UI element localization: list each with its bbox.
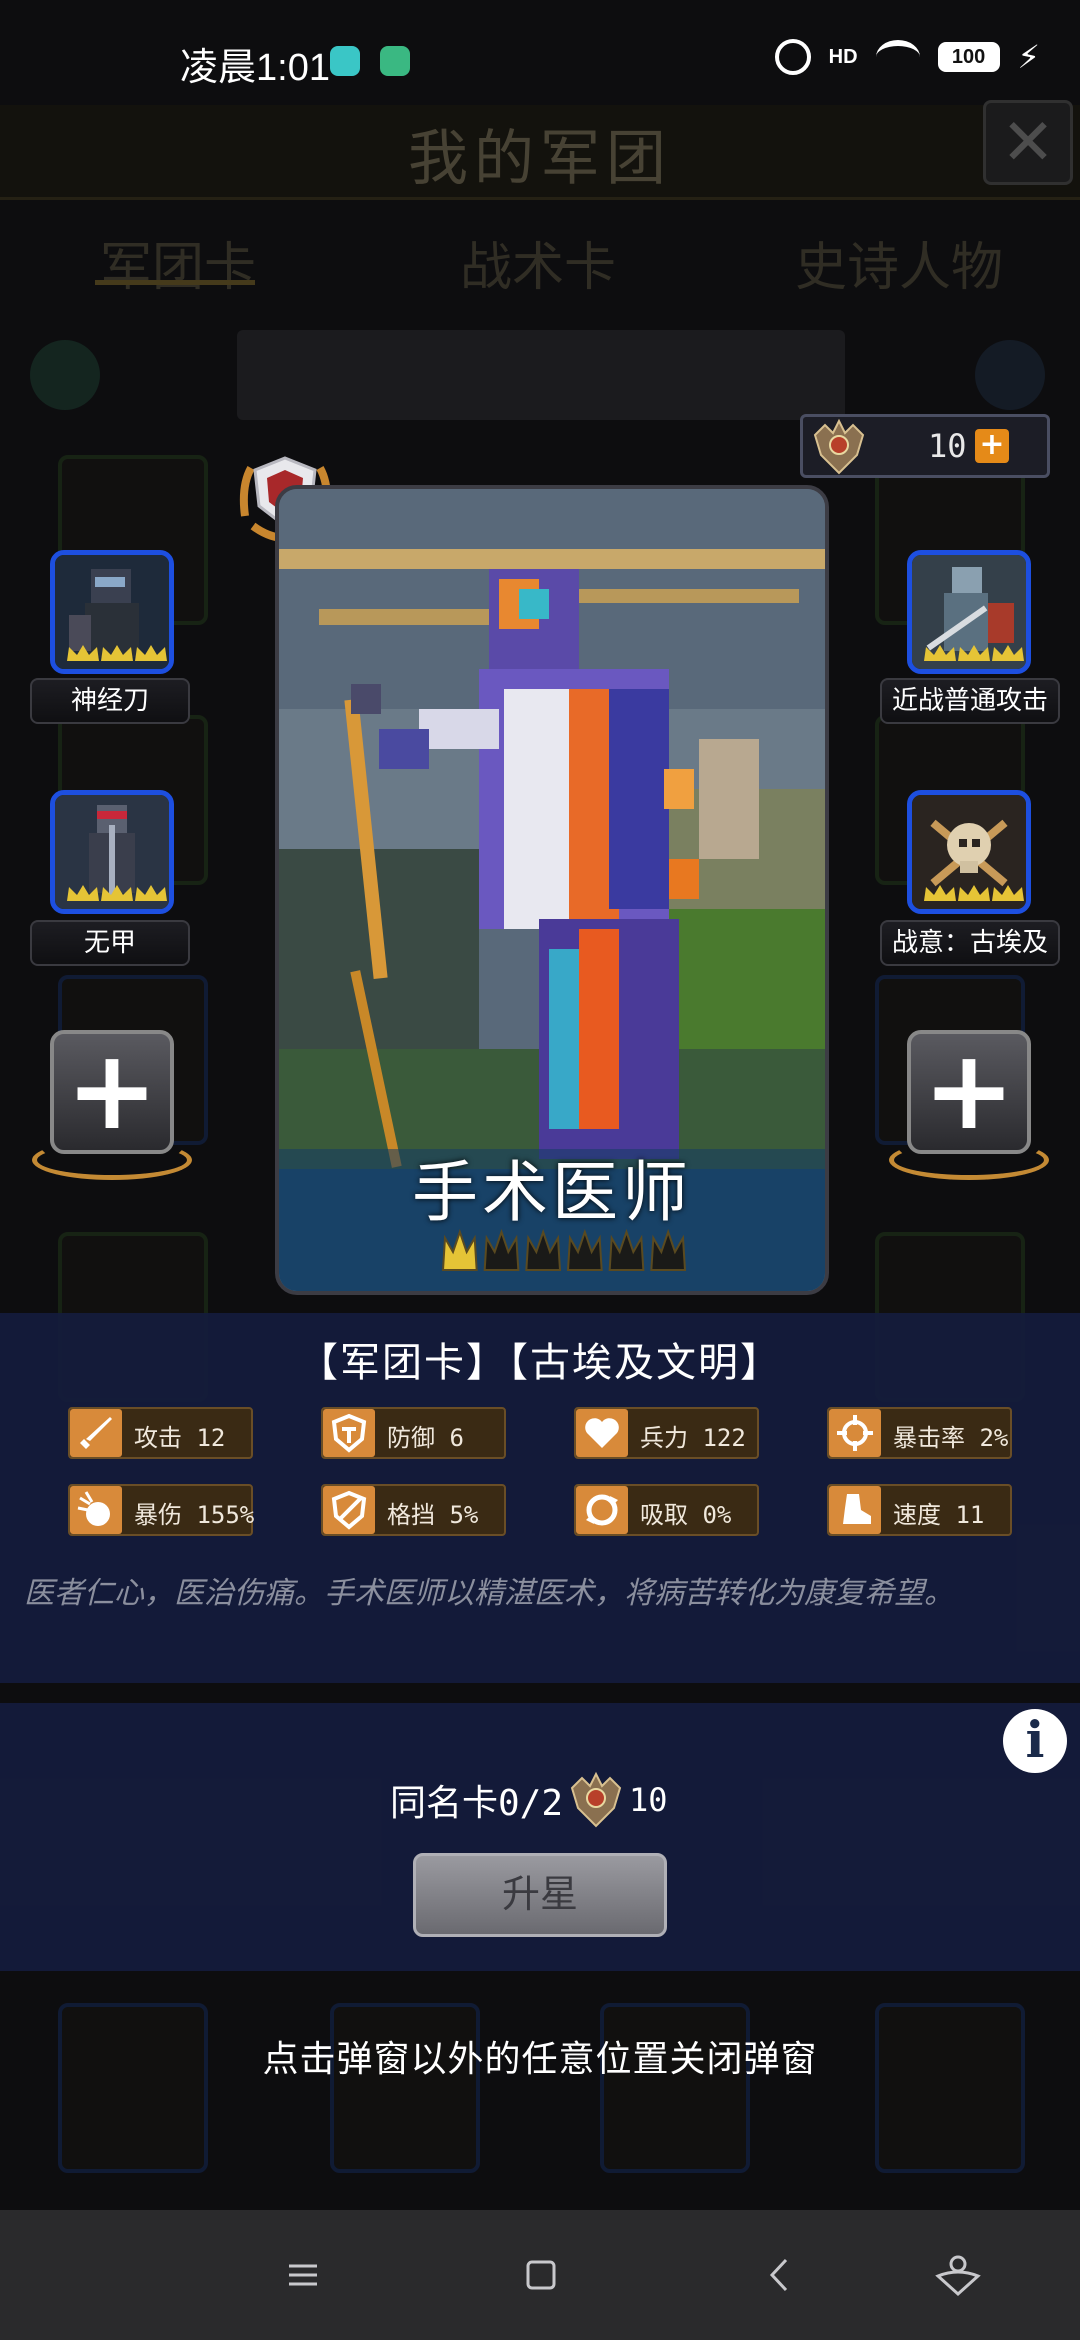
- assistant-icon[interactable]: [930, 2250, 986, 2300]
- system-nav-bar: [0, 2210, 1080, 2340]
- menu-icon[interactable]: [275, 2250, 331, 2300]
- skill-slot-right-2[interactable]: [907, 790, 1031, 914]
- notification-app-icon: [380, 46, 410, 76]
- stat-speed-text: 速度 11: [893, 1501, 985, 1529]
- crown-empty-icon: [525, 1228, 562, 1271]
- upgrade-cost: 10: [629, 1781, 668, 1819]
- boot-icon: [829, 1486, 881, 1534]
- stat-block: 格挡 5%: [321, 1484, 506, 1536]
- skill-label-left-2: 无甲: [30, 920, 190, 966]
- battery-icon: 100: [937, 42, 1000, 72]
- stat-attack: 攻击 12: [68, 1407, 253, 1459]
- stat-lifesteal-text: 吸取 0%: [640, 1501, 732, 1529]
- alarm-icon: [774, 39, 811, 75]
- back-icon[interactable]: [752, 2250, 808, 2300]
- crown-rank-icon: [924, 885, 1024, 901]
- slot-plinth: [32, 1140, 192, 1180]
- notification-app-icon: [330, 46, 360, 76]
- stat-defense: 防御 6: [321, 1407, 506, 1459]
- heart-icon: [576, 1409, 628, 1457]
- eagle-emblem-icon: [570, 1771, 622, 1828]
- wifi-icon: [875, 40, 920, 74]
- card-name: 手术医师: [412, 1154, 692, 1231]
- stat-speed: 速度 11: [827, 1484, 1012, 1536]
- sword-icon: [70, 1409, 122, 1457]
- crown-empty-icon: [483, 1228, 520, 1271]
- crown-rank-icon: [924, 645, 1024, 661]
- charging-icon: ⚡: [1017, 38, 1040, 76]
- crown-rank-icon: [67, 645, 167, 661]
- currency-counter: 10 +: [800, 414, 1050, 478]
- close-hint-text: 点击弹窗以外的任意位置关闭弹窗: [262, 2039, 818, 2080]
- skill-slot-left-2[interactable]: [50, 790, 174, 914]
- stat-block-text: 格挡 5%: [387, 1501, 479, 1529]
- duplicate-card-counter: 同名卡0/2 10: [390, 1770, 668, 1830]
- stat-troops-text: 兵力 122: [640, 1424, 746, 1452]
- burst-icon: [70, 1486, 122, 1534]
- currency-value: 10: [928, 427, 967, 465]
- skill-slot-left-1[interactable]: [50, 550, 174, 674]
- skill-label-right-2: 战意：古埃及: [880, 920, 1060, 966]
- block-shield-icon: [323, 1486, 375, 1534]
- skill-label-right-1: 近战普通攻击: [880, 678, 1060, 724]
- info-icon[interactable]: i: [1003, 1709, 1067, 1773]
- star-up-button[interactable]: 升星: [413, 1853, 667, 1937]
- network-type: HD: [828, 45, 858, 68]
- crown-filled-icon: [441, 1228, 478, 1271]
- status-icons: HD 100 ⚡: [774, 38, 1040, 76]
- lifesteal-icon: [576, 1486, 628, 1534]
- crown-empty-icon: [650, 1228, 687, 1271]
- home-icon[interactable]: [513, 2250, 569, 2300]
- eagle-emblem-icon: [813, 418, 865, 475]
- card-tags: 【军团卡】【古埃及文明】: [298, 1340, 782, 1386]
- crown-empty-icon: [566, 1228, 603, 1271]
- stat-crit-rate: 暴击率 2%: [827, 1407, 1012, 1459]
- crown-rank-icon: [67, 885, 167, 901]
- star-rating-crowns: [441, 1228, 687, 1271]
- crosshair-icon: [829, 1409, 881, 1457]
- card-description: 医者仁心，医治伤痛。手术医师以精湛医术，将病苦转化为康复希望。: [24, 1576, 954, 1611]
- status-bar: 凌晨1:01 HD 100 ⚡: [0, 0, 1080, 105]
- add-skill-button-right[interactable]: +: [907, 1030, 1031, 1154]
- legion-card: 手术医师: [275, 485, 829, 1295]
- duplicate-card-text: 同名卡0/2: [390, 1783, 564, 1824]
- status-time: 凌晨1:01: [180, 47, 330, 89]
- slot-plinth: [889, 1140, 1049, 1180]
- plus-icon[interactable]: +: [975, 429, 1009, 463]
- stat-attack-text: 攻击 12: [134, 1424, 226, 1452]
- shield-icon: [323, 1409, 375, 1457]
- skill-slot-right-1[interactable]: [907, 550, 1031, 674]
- stat-defense-text: 防御 6: [387, 1424, 464, 1452]
- add-skill-button-left[interactable]: +: [50, 1030, 174, 1154]
- stat-lifesteal: 吸取 0%: [574, 1484, 759, 1536]
- stat-crit-damage-text: 暴伤 155%: [134, 1501, 255, 1529]
- stat-troops: 兵力 122: [574, 1407, 759, 1459]
- crown-empty-icon: [608, 1228, 645, 1271]
- skill-label-left-1: 神经刀: [30, 678, 190, 724]
- stat-crit-damage: 暴伤 155%: [68, 1484, 255, 1536]
- stat-crit-rate-text: 暴击率 2%: [893, 1424, 1009, 1452]
